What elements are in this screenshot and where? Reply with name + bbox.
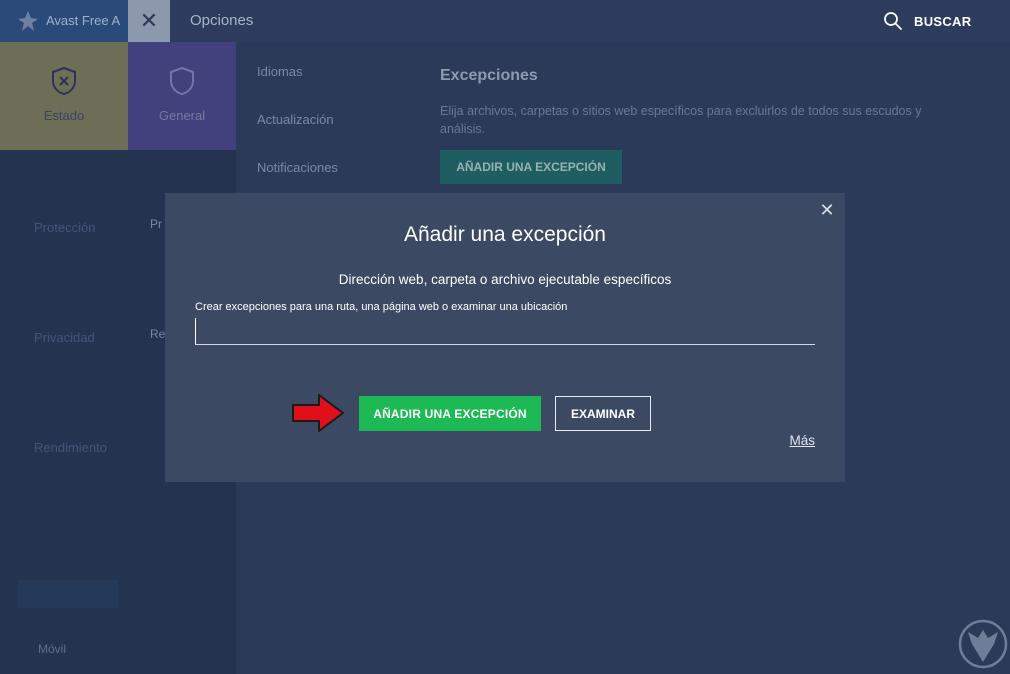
search-label: BUSCAR bbox=[914, 13, 972, 29]
subnav-item-actualizacion[interactable]: Actualización bbox=[257, 112, 334, 127]
tile-label-estado: Estado bbox=[43, 108, 85, 123]
path-input[interactable] bbox=[195, 318, 815, 345]
title-bar: Avast Free A ✕ Opciones BUSCAR bbox=[0, 0, 1010, 42]
search-icon bbox=[884, 12, 902, 30]
watermark-logo-icon bbox=[958, 619, 1008, 669]
subnav-item-notificaciones[interactable]: Notificaciones bbox=[257, 160, 338, 175]
shield-x-icon bbox=[52, 66, 76, 96]
brand-area: Avast Free A bbox=[0, 0, 128, 42]
content-description: Elija archivos, carpetas o sitios web es… bbox=[440, 104, 922, 136]
sidebar-item-movil[interactable]: Móvil bbox=[38, 642, 66, 656]
sidebar-item-proteccion[interactable]: Protección bbox=[34, 220, 95, 235]
avast-logo-icon bbox=[18, 11, 38, 31]
more-link[interactable]: Más bbox=[789, 433, 815, 448]
add-exception-page-button[interactable]: AÑADIR UNA EXCEPCIÓN bbox=[440, 150, 622, 184]
subnav-item-idiomas[interactable]: Idiomas bbox=[257, 64, 303, 79]
sidebar-tile-estado[interactable]: Estado bbox=[0, 42, 128, 150]
search-button[interactable]: BUSCAR bbox=[883, 10, 971, 32]
add-exception-button[interactable]: AÑADIR UNA EXCEPCIÓN bbox=[359, 396, 541, 431]
content-title: Excepciones bbox=[440, 67, 538, 84]
red-arrow-icon bbox=[292, 394, 344, 432]
path-field-label: Crear excepciones para una ruta, una pág… bbox=[195, 301, 568, 313]
sidebar-subitem-2[interactable]: Re bbox=[150, 327, 165, 341]
shield-icon bbox=[170, 66, 194, 96]
tile-label-general: General bbox=[158, 108, 206, 123]
close-icon[interactable]: ✕ bbox=[819, 201, 835, 219]
sidebar-item-rendimiento[interactable]: Rendimiento bbox=[34, 440, 107, 455]
close-options-button[interactable]: ✕ bbox=[128, 0, 170, 42]
brand-name: Avast Free A bbox=[46, 13, 121, 28]
dialog-subtitle: Dirección web, carpeta o archivo ejecuta… bbox=[338, 272, 672, 287]
add-exception-dialog: ✕ Añadir una excepción Dirección web, ca… bbox=[165, 193, 845, 482]
sidebar-tile-general[interactable]: General bbox=[128, 42, 236, 150]
options-title: Opciones bbox=[190, 12, 254, 29]
sidebar-item-privacidad[interactable]: Privacidad bbox=[34, 330, 95, 345]
dialog-title: Añadir una excepción bbox=[404, 223, 606, 246]
browse-button[interactable]: EXAMINAR bbox=[555, 396, 651, 431]
sidebar-subitem-1[interactable]: Pr bbox=[150, 217, 162, 231]
sidebar-bottom-button[interactable] bbox=[18, 580, 118, 608]
